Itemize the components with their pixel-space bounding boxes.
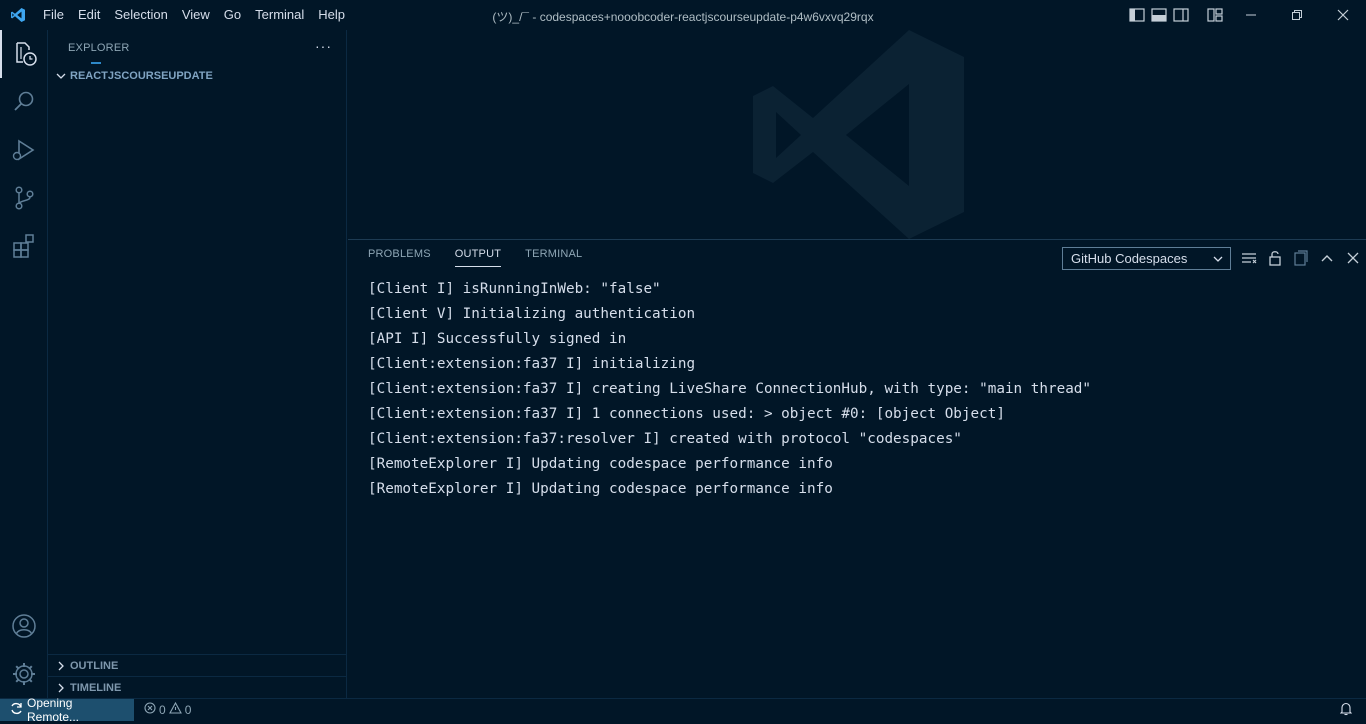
log-line: [Client:extension:fa37 I] initializing bbox=[368, 356, 696, 372]
close-icon[interactable] bbox=[1320, 0, 1366, 30]
chevron-right-icon bbox=[54, 683, 68, 693]
close-panel-icon[interactable] bbox=[1344, 249, 1362, 267]
log-line: [Client:extension:fa37:resolver I] creat… bbox=[368, 431, 962, 447]
vscode-logo-icon bbox=[0, 0, 36, 30]
error-icon bbox=[144, 702, 156, 717]
panel-tabs: PROBLEMS OUTPUT TERMINAL bbox=[368, 248, 582, 267]
maximize-panel-icon[interactable] bbox=[1318, 249, 1336, 267]
tab-problems[interactable]: PROBLEMS bbox=[368, 248, 431, 267]
clear-output-icon[interactable] bbox=[1240, 249, 1258, 267]
menu-edit[interactable]: Edit bbox=[71, 0, 107, 30]
chevron-down-icon bbox=[1212, 250, 1224, 271]
bottom-panel: PROBLEMS OUTPUT TERMINAL GitHub Codespac… bbox=[348, 239, 1366, 698]
source-control-icon[interactable] bbox=[0, 174, 48, 222]
extensions-icon[interactable] bbox=[0, 222, 48, 270]
open-in-editor-icon[interactable] bbox=[1292, 249, 1310, 267]
root-folder-label: REACTJSCOURSEUPDATE bbox=[70, 70, 213, 82]
menu-bar: File Edit Selection View Go Terminal Hel… bbox=[36, 0, 352, 30]
warning-count: 0 bbox=[184, 702, 192, 717]
log-line: [API I] Successfully signed in bbox=[368, 331, 627, 347]
window-title: (ツ)_/¯ - codespaces+nooobcoder-reactjsco… bbox=[492, 10, 874, 24]
toggle-secondary-sidebar-icon[interactable] bbox=[1172, 6, 1190, 24]
menu-view[interactable]: View bbox=[175, 0, 217, 30]
more-actions-icon[interactable]: ··· bbox=[315, 38, 332, 54]
search-icon[interactable] bbox=[0, 78, 48, 126]
output-log[interactable]: [Client I] isRunningInWeb: "false" [Clie… bbox=[368, 277, 1091, 502]
problems-indicator[interactable]: 0 0 bbox=[144, 701, 192, 717]
error-count: 0 bbox=[159, 702, 166, 717]
output-channel-select[interactable]: GitHub Codespaces bbox=[1062, 247, 1231, 270]
window-controls bbox=[1228, 0, 1366, 30]
vscode-watermark-icon bbox=[753, 30, 964, 239]
restore-icon[interactable] bbox=[1274, 0, 1320, 30]
log-line: [RemoteExplorer I] Updating codespace pe… bbox=[368, 481, 833, 497]
timeline-label: TIMELINE bbox=[70, 682, 122, 694]
progress-indicator bbox=[91, 62, 101, 64]
outline-label: OUTLINE bbox=[70, 660, 119, 672]
warning-icon bbox=[168, 701, 182, 717]
editor-area bbox=[348, 30, 1366, 239]
sidebar-title: EXPLORER bbox=[68, 41, 130, 54]
chevron-down-icon bbox=[54, 71, 68, 81]
explorer-sidebar: EXPLORER ··· REACTJSCOURSEUPDATE OUTLINE… bbox=[48, 30, 347, 698]
output-channel-value: GitHub Codespaces bbox=[1071, 251, 1188, 266]
customize-layout-icon[interactable] bbox=[1206, 6, 1224, 24]
sync-spin-icon bbox=[10, 702, 23, 718]
status-bar: Opening Remote... 0 0 bbox=[0, 695, 1366, 724]
output-scrollbar[interactable] bbox=[1352, 280, 1366, 680]
tab-terminal[interactable]: TERMINAL bbox=[525, 248, 582, 267]
log-line: [Client I] isRunningInWeb: "false" bbox=[368, 281, 661, 297]
menu-selection[interactable]: Selection bbox=[107, 0, 174, 30]
menu-go[interactable]: Go bbox=[217, 0, 248, 30]
title-bar: File Edit Selection View Go Terminal Hel… bbox=[0, 0, 1366, 30]
minimize-icon[interactable] bbox=[1228, 0, 1274, 30]
menu-terminal[interactable]: Terminal bbox=[248, 0, 311, 30]
folder-section-root[interactable]: REACTJSCOURSEUPDATE bbox=[48, 65, 346, 87]
layout-controls bbox=[1128, 6, 1224, 24]
account-icon[interactable] bbox=[0, 602, 48, 650]
activity-bar bbox=[0, 30, 48, 698]
sidebar-header: EXPLORER ··· bbox=[48, 30, 346, 65]
log-line: [RemoteExplorer I] Updating codespace pe… bbox=[368, 456, 833, 472]
tab-output[interactable]: OUTPUT bbox=[454, 248, 502, 267]
menu-help[interactable]: Help bbox=[311, 0, 352, 30]
toggle-panel-icon[interactable] bbox=[1150, 6, 1168, 24]
run-debug-icon[interactable] bbox=[0, 126, 48, 174]
chevron-right-icon bbox=[54, 661, 68, 671]
remote-status-label: Opening Remote... bbox=[27, 695, 80, 724]
outline-section[interactable]: OUTLINE bbox=[48, 654, 347, 677]
remote-indicator[interactable]: Opening Remote... bbox=[0, 695, 134, 724]
panel-actions bbox=[1240, 249, 1362, 267]
notifications-bell-icon[interactable] bbox=[1339, 702, 1353, 719]
toggle-primary-sidebar-icon[interactable] bbox=[1128, 6, 1146, 24]
settings-gear-icon[interactable] bbox=[0, 650, 48, 698]
menu-file[interactable]: File bbox=[36, 0, 71, 30]
log-line: [Client:extension:fa37 I] creating LiveS… bbox=[368, 381, 1092, 397]
log-line: [Client:extension:fa37 I] 1 connections … bbox=[368, 406, 1005, 422]
explorer-icon[interactable] bbox=[0, 30, 48, 78]
log-line: [Client V] Initializing authentication bbox=[368, 306, 696, 322]
lock-scroll-icon[interactable] bbox=[1266, 249, 1284, 267]
